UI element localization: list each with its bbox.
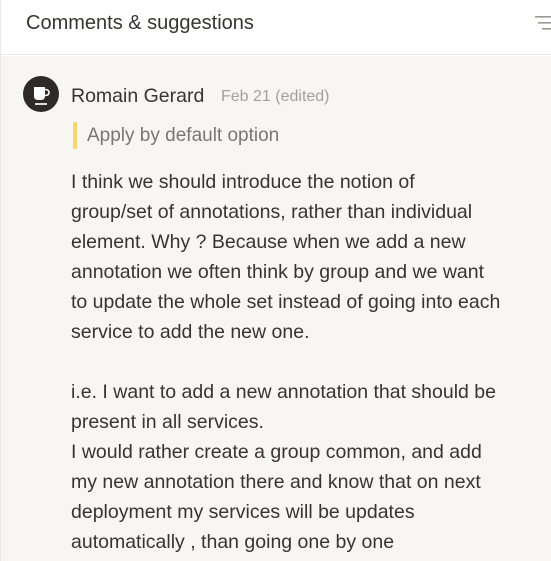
quoted-text[interactable]: Apply by default option	[87, 124, 279, 148]
coffee-cup-icon	[34, 87, 50, 105]
avatar[interactable]	[23, 76, 59, 112]
comment-line: element. Why ? Because when we add a new	[71, 231, 466, 253]
comment-date: Feb 21 (edited)	[221, 88, 330, 105]
comment-line: I would rather create a group common, an…	[71, 441, 482, 463]
comment-thread: Romain Gerard Feb 21 (edited) Apply by d…	[1, 56, 551, 561]
comment-line: deployment my services will be updates	[71, 501, 415, 523]
comment-line: my new annotation there and know that on…	[71, 471, 481, 493]
comment-line: I think we should introduce the notion o…	[71, 171, 415, 193]
comment-line: present in all services.	[71, 411, 264, 433]
comment-line: i.e. I want to add a new annotation that…	[71, 381, 496, 403]
comments-header: Comments & suggestions	[1, 0, 551, 55]
comment-line: automatically , than going one by one	[71, 531, 395, 553]
comment-line: to update the whole set instead of going…	[71, 291, 501, 313]
comment-line: group/set of annotations, rather than in…	[71, 201, 473, 223]
panel-title: Comments & suggestions	[26, 12, 254, 34]
filter-icon[interactable]	[535, 14, 551, 32]
comment-line	[71, 347, 549, 377]
comment-author: Romain Gerard	[71, 85, 205, 107]
comment-line: service to add the new one.	[71, 321, 310, 343]
quote-highlight-bar	[73, 122, 77, 149]
comment-body: I think we should introduce the notion o…	[71, 167, 549, 557]
comment-line: annotation we often think by group and w…	[71, 261, 485, 283]
